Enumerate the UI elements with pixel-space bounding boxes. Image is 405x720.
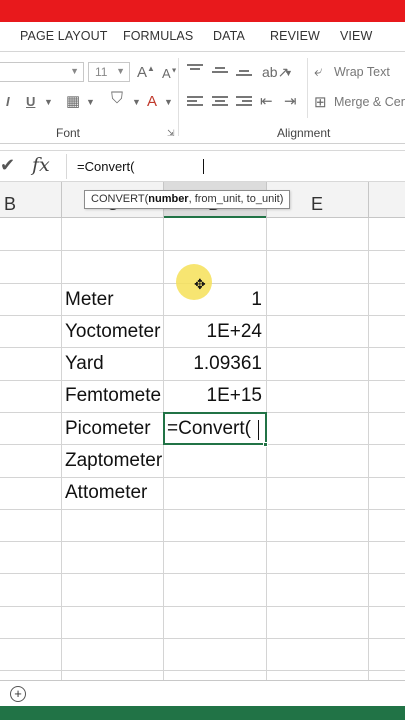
align-right-icon[interactable] <box>236 96 252 108</box>
tab-review[interactable]: REVIEW <box>270 29 320 43</box>
cell-c-femtometer[interactable]: Femtometer <box>65 385 162 407</box>
merge-center-button[interactable]: Merge & Cen <box>334 95 405 109</box>
borders-icon[interactable]: ▦ <box>66 92 80 110</box>
font-name-combo[interactable]: ▼ <box>0 62 84 82</box>
tab-page-layout[interactable]: PAGE LAYOUT <box>20 29 107 43</box>
check-icon[interactable]: ✔ <box>0 155 15 176</box>
bottom-align-icon[interactable] <box>236 70 252 82</box>
group-label-font: Font <box>56 126 81 140</box>
column-header-b[interactable]: B <box>4 194 16 215</box>
wrap-text-button[interactable]: Wrap Text <box>334 65 390 79</box>
formula-text: =Convert( <box>77 159 135 174</box>
active-cell-text: =Convert( <box>167 418 251 439</box>
decrease-indent-icon[interactable]: ⇤ <box>260 92 273 110</box>
add-sheet-icon[interactable]: + <box>10 686 26 702</box>
tooltip-function-name: CONVERT( <box>91 193 149 205</box>
merge-center-icon[interactable]: ⊞ <box>314 93 327 111</box>
cell-c-zaptometer[interactable]: Zaptometer <box>65 450 162 472</box>
cell-c-picometer[interactable]: Picometer <box>65 418 162 440</box>
tooltip-remaining-arguments: , from_unit, to_unit) <box>188 193 284 205</box>
shrink-font-button[interactable]: A▼ <box>162 66 178 81</box>
align-left-icon[interactable] <box>187 96 203 108</box>
group-separator <box>307 58 308 118</box>
ribbon-tabs: PAGE LAYOUT FORMULAS DATA REVIEW VIEW <box>0 22 405 52</box>
tooltip-current-argument[interactable]: number <box>148 193 188 205</box>
chevron-down-icon[interactable]: ▼ <box>86 97 95 107</box>
column-header-e[interactable]: E <box>311 194 323 215</box>
cell-c-attometer[interactable]: Attometer <box>65 482 162 504</box>
dialog-launcher-icon[interactable]: ⇲ <box>167 128 175 139</box>
tab-data[interactable]: DATA <box>213 29 245 43</box>
sheet-tab-bar: + <box>0 680 405 706</box>
status-bar <box>0 706 405 720</box>
group-separator <box>178 58 179 136</box>
chevron-down-icon: ▼ <box>70 66 79 76</box>
group-label-alignment: Alignment <box>277 126 331 140</box>
wrap-text-icon[interactable]: ⤶ <box>314 63 322 80</box>
chevron-down-icon[interactable]: ▼ <box>44 97 53 107</box>
cell-c-yoctometer[interactable]: Yoctometer <box>65 321 162 343</box>
chevron-down-icon[interactable]: ▼ <box>164 97 173 107</box>
text-caret <box>203 159 204 174</box>
top-align-icon[interactable] <box>187 64 203 76</box>
cell-d-femtometer-value[interactable]: 1E+15 <box>164 385 262 407</box>
formula-bar: ✔ fx =Convert( <box>0 150 405 182</box>
font-color-button[interactable]: A <box>147 93 157 110</box>
tab-view[interactable]: VIEW <box>340 29 372 43</box>
align-center-icon[interactable] <box>212 96 228 108</box>
increase-indent-icon[interactable]: ⇥ <box>284 92 297 110</box>
grow-font-button[interactable]: A▲ <box>137 64 155 81</box>
cell-d-yard-value[interactable]: 1.09361 <box>164 353 262 375</box>
chevron-down-icon[interactable]: ▼ <box>132 97 141 107</box>
font-size-value: 11 <box>95 65 108 79</box>
chevron-down-icon: ▼ <box>116 66 125 76</box>
tab-formulas[interactable]: FORMULAS <box>123 29 193 43</box>
title-bar <box>0 0 405 22</box>
function-tooltip: CONVERT(number, from_unit, to_unit) <box>84 190 291 209</box>
text-caret <box>258 420 259 440</box>
function-icon[interactable]: fx <box>32 154 50 176</box>
fill-color-icon[interactable]: ⛉ <box>111 90 123 108</box>
fill-handle[interactable] <box>263 442 268 447</box>
active-cell[interactable]: =Convert( <box>163 412 267 445</box>
cell-c-yard[interactable]: Yard <box>65 353 162 375</box>
ribbon: ▼ 11 ▼ A▲ A▼ I U ▼ ▦ ▼ ⛉ ▼ A ▼ Font ⇲ ab… <box>0 52 405 144</box>
worksheet-grid[interactable]: ✥ Meter Yoctometer Yard Femtometer Picom… <box>0 218 405 680</box>
formula-input[interactable]: =Convert( <box>66 154 405 179</box>
cell-d-meter-value[interactable]: 1 <box>164 289 262 311</box>
middle-align-icon[interactable] <box>212 67 228 79</box>
chevron-down-icon[interactable]: ▼ <box>284 68 293 78</box>
font-size-combo[interactable]: 11 ▼ <box>88 62 130 82</box>
italic-button[interactable]: I <box>6 94 10 109</box>
underline-button[interactable]: U <box>26 94 35 109</box>
cell-d-yoctometer-value[interactable]: 1E+24 <box>164 321 262 343</box>
cell-c-meter[interactable]: Meter <box>65 289 162 311</box>
